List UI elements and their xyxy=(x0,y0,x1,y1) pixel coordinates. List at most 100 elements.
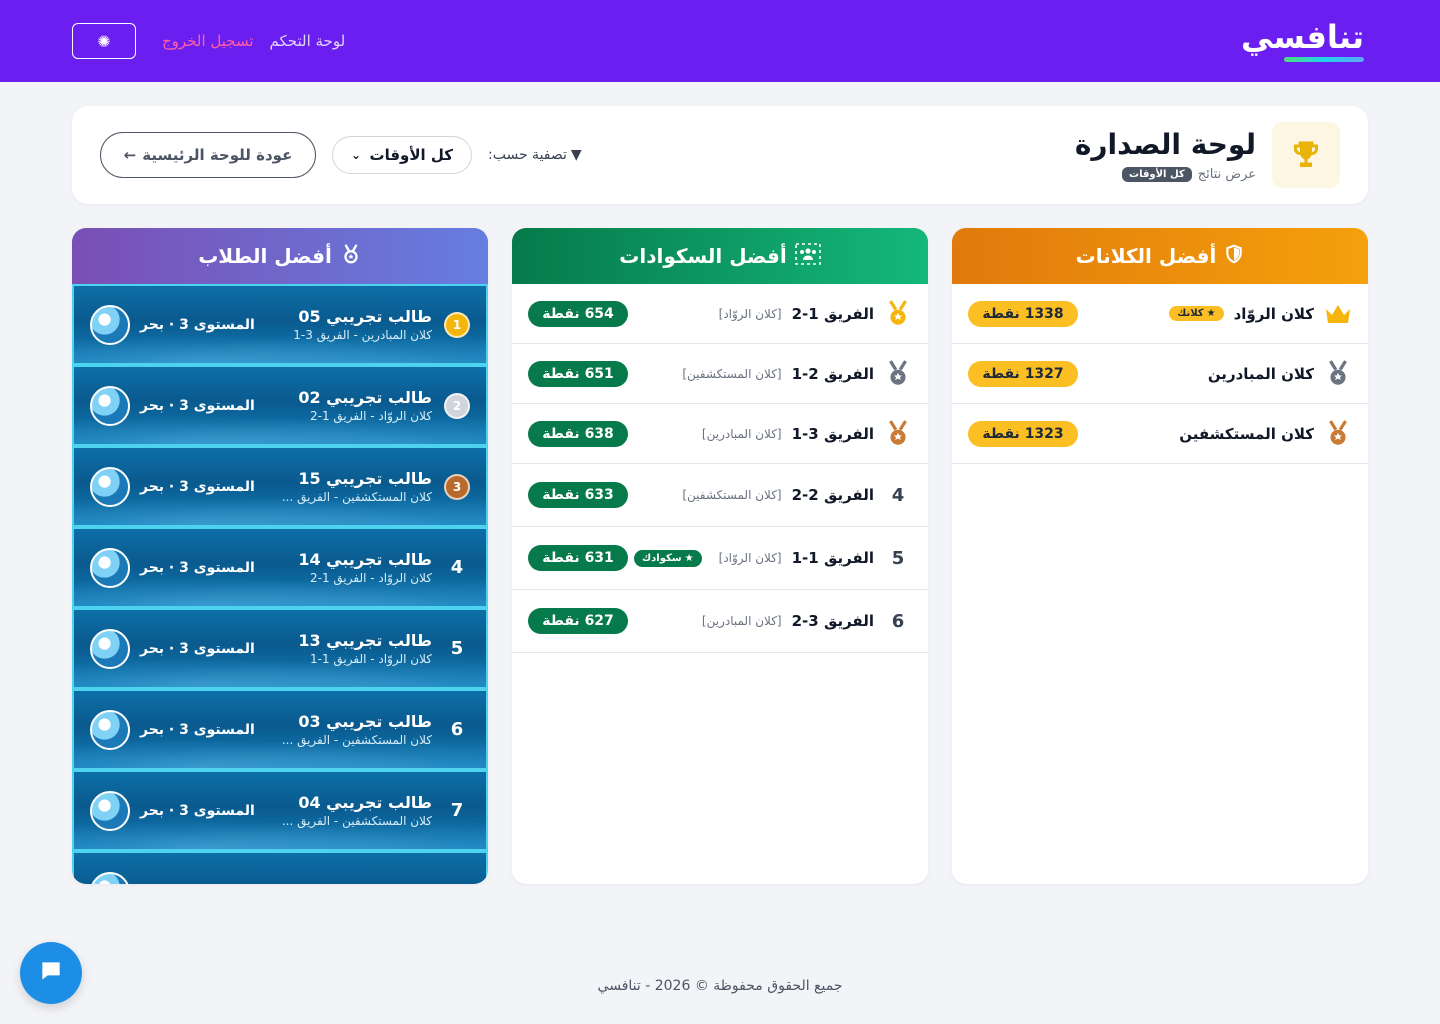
brand-logo[interactable]: تنافسي xyxy=(1241,21,1364,62)
student-row[interactable]: 1 طالب تجريبي 05 كلان المبادرين - الفريق 3… xyxy=(72,284,488,365)
team-icon xyxy=(794,242,821,270)
student-row[interactable]: 2 طالب تجريبي 02 كلان الروّاد - الفريق 1-2… xyxy=(72,365,488,446)
student-level: المستوى 3 · بحر xyxy=(140,559,255,576)
back-to-dashboard-button[interactable]: عودة للوحة الرئيسية ← xyxy=(100,132,316,178)
squad-row[interactable]: الفريق 3-1 [كلان المبادرين] 638 نقطة xyxy=(512,404,928,464)
squad-points: 651 نقطة xyxy=(528,360,628,387)
squad-clan: [كلان الروّاد] xyxy=(718,306,782,321)
student-rank xyxy=(444,879,470,885)
squad-clan: [كلان المستكشفين] xyxy=(682,488,782,502)
gold-medal-icon xyxy=(884,299,912,328)
student-row[interactable]: طالب تجريبي 08 xyxy=(72,851,488,884)
student-name: طالب تجريبي 14 xyxy=(298,550,432,569)
student-info: طالب تجريبي 08 xyxy=(298,879,470,885)
top-squads-header: أفضل السكوادات xyxy=(512,228,928,284)
medal-icon xyxy=(340,243,362,270)
clan-row-info: كلان الروّاد ★ كلانك xyxy=(1169,300,1352,328)
student-level-group: المستوى 3 · بحر xyxy=(90,385,255,426)
student-row[interactable]: 6 طالب تجريبي 03 كلان المستكشفين - الفريق … xyxy=(72,689,488,770)
student-info: 7 طالب تجريبي 04 كلان المستكشفين - الفريق … xyxy=(282,793,470,828)
chat-button[interactable] xyxy=(20,942,82,1004)
arrow-left-icon: ← xyxy=(123,146,137,164)
clan-name: كلان المستكشفين xyxy=(1179,424,1314,443)
student-name: طالب تجريبي 08 xyxy=(298,881,432,884)
squad-row-score: 651 نقطة xyxy=(528,360,628,387)
squad-row-score: 638 نقطة xyxy=(528,420,628,447)
squad-points: 631 نقطة xyxy=(528,545,628,571)
nav-dashboard-link[interactable]: لوحة التحكم xyxy=(270,32,346,50)
student-rank: 5 xyxy=(450,638,464,659)
student-row[interactable]: 7 طالب تجريبي 04 كلان المستكشفين - الفريق … xyxy=(72,770,488,851)
nav-logout-link[interactable]: تسجيل الخروج xyxy=(162,32,254,50)
student-row[interactable]: 3 طالب تجريبي 15 كلان المستكشفين - الفريق … xyxy=(72,446,488,527)
period-select[interactable]: كل الأوقات ⌄ xyxy=(332,136,472,174)
student-rank: 7 xyxy=(450,800,464,821)
squad-row[interactable]: 5 الفريق 1-1 [كلان الروّاد] ★ سكوادك 631 نقطة xyxy=(512,527,928,590)
squad-name: الفريق 2-1 xyxy=(791,364,874,383)
footer-copyright: جميع الحقوق محفوظة © 2026 - تنافسي xyxy=(597,978,843,994)
top-clans-header: أفضل الكلانات xyxy=(952,228,1368,284)
squad-row-score: 627 نقطة xyxy=(528,608,628,634)
squad-points: 638 نقطة xyxy=(528,420,628,447)
your-clan-badge: ★ كلانك xyxy=(1169,306,1224,321)
top-students-panel: أفضل الطلاب 1 طالب تجريبي 05 كلان المبادري… xyxy=(72,228,488,884)
student-rank: 6 xyxy=(450,719,464,740)
student-info: 3 طالب تجريبي 15 كلان المستكشفين - الفريق … xyxy=(282,469,470,504)
clan-row-info: كلان المبادرين xyxy=(1208,359,1352,388)
student-row[interactable]: 5 طالب تجريبي 13 كلان الروّاد - الفريق 1-1… xyxy=(72,608,488,689)
back-button-label: عودة للوحة الرئيسية xyxy=(142,146,293,164)
student-level-group: المستوى 3 · بحر xyxy=(90,547,255,588)
top-squads-panel: أفضل السكوادات الفريق 1-2 [كلان الروّاد] 6… xyxy=(512,228,928,884)
sea-avatar-icon xyxy=(90,709,130,750)
student-level-group: المستوى 3 · بحر xyxy=(90,790,255,831)
squad-clan: [كلان المبادرين] xyxy=(701,426,782,441)
filter-label-text: تصفية حسب: xyxy=(488,147,567,163)
student-level-group: المستوى 3 · بحر xyxy=(90,304,255,345)
shield-icon xyxy=(1224,244,1244,269)
student-level-group: المستوى 3 · بحر xyxy=(90,466,255,507)
top-students-title: أفضل الطلاب xyxy=(198,244,332,268)
squad-name: الفريق 2-2 xyxy=(791,486,874,504)
trophy-icon xyxy=(1272,122,1340,188)
clan-points: 1338 نقطة xyxy=(968,300,1078,327)
student-name: طالب تجريبي 02 xyxy=(298,388,432,407)
your-squad-badge: ★ سكوادك xyxy=(634,549,702,567)
squad-clan: [كلان المبادرين] xyxy=(701,614,782,628)
clan-row[interactable]: كلان المستكشفين 1323 نقطة xyxy=(952,404,1368,464)
clan-row[interactable]: كلان الروّاد ★ كلانك 1338 نقطة xyxy=(952,284,1368,344)
top-squads-title: أفضل السكوادات xyxy=(619,244,787,268)
student-level-group: المستوى 3 · بحر xyxy=(90,709,255,750)
squad-name: الفريق 3-1 xyxy=(791,424,874,443)
squad-row[interactable]: الفريق 2-1 [كلان المستكشفين] 651 نقطة xyxy=(512,344,928,404)
student-info: 5 طالب تجريبي 13 كلان الروّاد - الفريق 1-1 xyxy=(298,631,470,666)
clan-row[interactable]: كلان المبادرين 1327 نقطة xyxy=(952,344,1368,404)
squad-clan: [كلان المستكشفين] xyxy=(682,366,782,381)
student-level-group xyxy=(90,871,140,884)
theme-toggle-button[interactable]: ✺ xyxy=(72,23,136,59)
rank-medal-icon: 2 xyxy=(444,392,470,419)
students-list: 1 طالب تجريبي 05 كلان المبادرين - الفريق 3… xyxy=(72,284,488,884)
squad-clan: [كلان الروّاد] xyxy=(718,551,782,565)
squad-name: الفريق 3-2 xyxy=(791,612,874,630)
student-info: 1 طالب تجريبي 05 كلان المبادرين - الفريق 3… xyxy=(293,307,470,342)
clan-points: 1323 نقطة xyxy=(968,420,1078,447)
student-name: طالب تجريبي 15 xyxy=(298,469,432,488)
student-row[interactable]: 4 طالب تجريبي 14 كلان الروّاد - الفريق 1-2… xyxy=(72,527,488,608)
sea-avatar-icon xyxy=(90,304,130,345)
squad-row-info: الفريق 1-2 [كلان الروّاد] xyxy=(718,299,912,328)
subtitle-text: عرض نتائج xyxy=(1197,167,1256,182)
student-name: طالب تجريبي 04 xyxy=(298,793,432,812)
squad-row[interactable]: 4 الفريق 2-2 [كلان المستكشفين] 633 نقطة xyxy=(512,464,928,527)
top-nav-links: لوحة التحكم تسجيل الخروج ✺ xyxy=(72,23,345,59)
squad-row-info: 6 الفريق 3-2 [كلان المبادرين] xyxy=(702,611,912,632)
sea-avatar-icon xyxy=(90,628,130,669)
your-squad-badge-label: سكوادك xyxy=(642,552,682,564)
student-level: المستوى 3 · بحر xyxy=(140,640,255,657)
squad-row-score: 654 نقطة xyxy=(528,300,628,327)
squad-row[interactable]: الفريق 1-2 [كلان الروّاد] 654 نقطة xyxy=(512,284,928,344)
student-rank: 2 xyxy=(452,398,462,413)
silver-medal-icon xyxy=(1324,359,1352,388)
squad-row[interactable]: 6 الفريق 3-2 [كلان المبادرين] 627 نقطة xyxy=(512,590,928,653)
student-info: 4 طالب تجريبي 14 كلان الروّاد - الفريق 1-2 xyxy=(298,550,470,585)
student-level-group: المستوى 3 · بحر xyxy=(90,628,255,669)
